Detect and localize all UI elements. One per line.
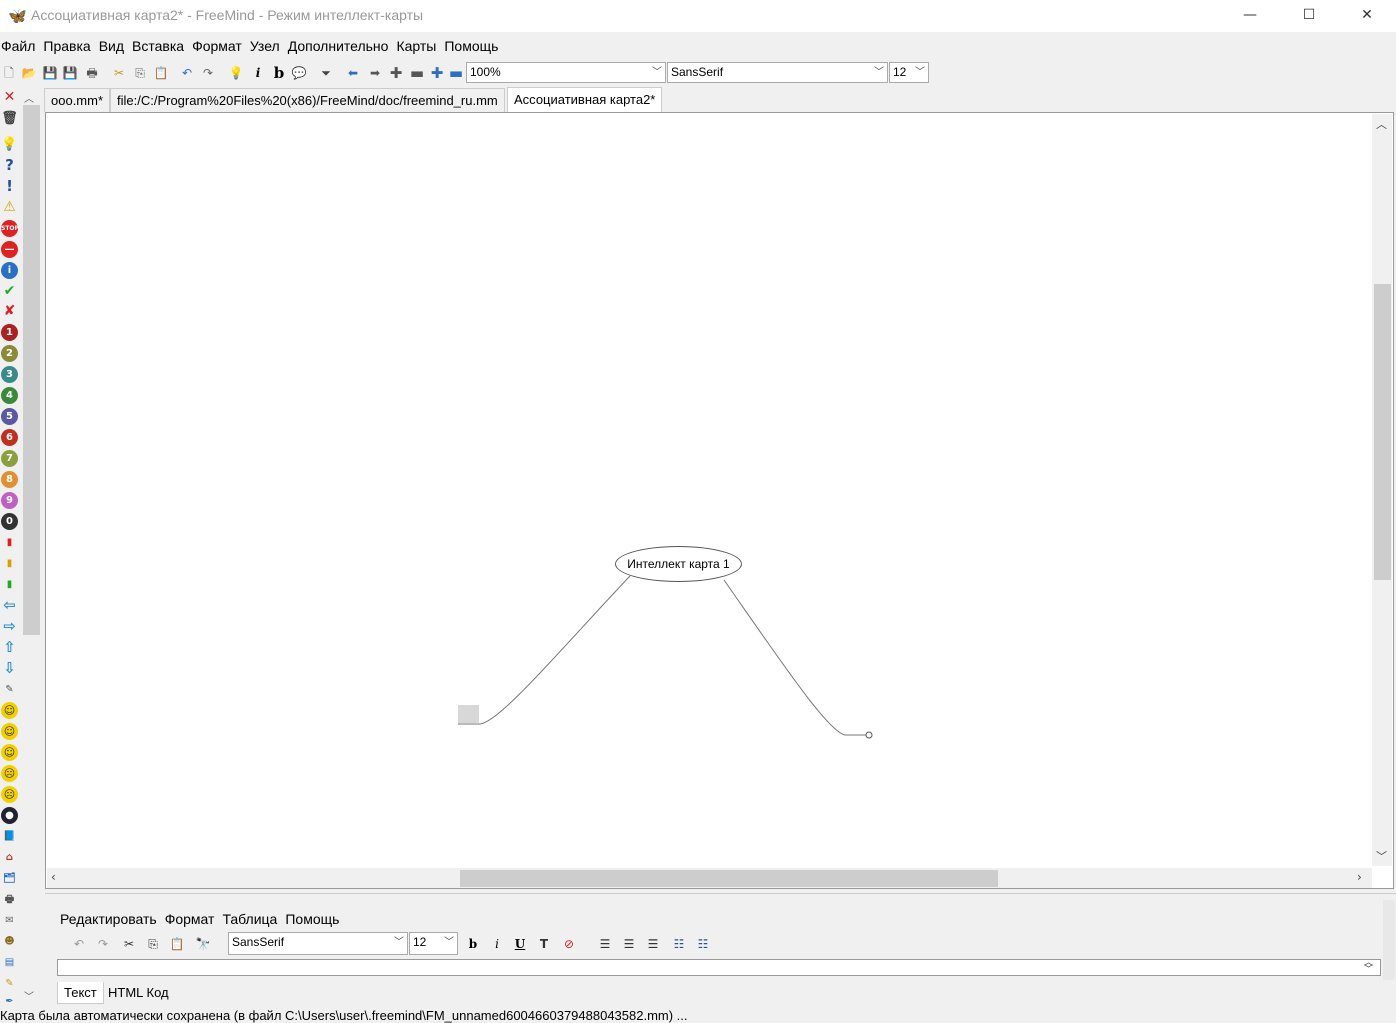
chevron-left-icon[interactable]: ‹ xyxy=(51,870,56,884)
tab-text[interactable]: Текст xyxy=(57,982,104,1004)
find-icon[interactable]: 🔭 xyxy=(194,934,212,954)
paste-icon[interactable]: 📋 xyxy=(168,934,186,954)
note-editor-input[interactable] xyxy=(57,959,1381,976)
chevron-up-icon[interactable]: ︿ xyxy=(1376,116,1387,132)
align-right-icon[interactable]: ☰ xyxy=(644,934,662,954)
editor-menu-help[interactable]: Помощь xyxy=(281,908,343,930)
edge-left xyxy=(479,575,631,725)
child-node-left[interactable] xyxy=(458,705,479,723)
chevron-down-icon: ﹀ xyxy=(394,937,404,948)
align-center-icon[interactable]: ☰ xyxy=(620,934,638,954)
editor-font-size-value: 12 xyxy=(413,935,427,949)
editor-menu-bar: Редактировать Формат Таблица Помощь xyxy=(56,908,343,928)
editor-menu-format[interactable]: Формат xyxy=(161,908,219,930)
editor-toolbar: ↶ ↷ ✂ ⎘ 📋 🔭 SansSerif ﹀ 12 ﹀ b i U T ⊘ ☰… xyxy=(56,932,1386,956)
edge-right xyxy=(723,579,866,736)
chevron-right-icon[interactable]: › xyxy=(1357,870,1362,884)
root-node[interactable]: Интеллект карта 1 xyxy=(615,546,742,582)
editor-font-size-select[interactable]: 12 ﹀ xyxy=(409,932,458,955)
editor-font-select[interactable]: SansSerif ﹀ xyxy=(228,932,408,955)
numbered-list-icon[interactable]: ☷ xyxy=(694,934,712,954)
map-vertical-scroll-thumb[interactable] xyxy=(1374,284,1391,580)
redo-icon[interactable]: ↷ xyxy=(94,934,112,954)
text-color-icon[interactable]: T xyxy=(535,934,553,954)
bold-icon[interactable]: b xyxy=(464,934,482,954)
copy-icon[interactable]: ⎘ xyxy=(144,934,162,954)
chevron-down-icon: ﹀ xyxy=(444,937,454,948)
cut-icon[interactable]: ✂ xyxy=(120,934,138,954)
align-left-icon[interactable]: ☰ xyxy=(596,934,614,954)
tab-html-code[interactable]: HTML Код xyxy=(102,982,175,1003)
map-horizontal-scroll-thumb[interactable] xyxy=(460,870,998,887)
folded-node-circle[interactable] xyxy=(865,731,873,739)
italic-icon[interactable]: i xyxy=(488,934,506,954)
underline-icon[interactable]: U xyxy=(511,934,529,954)
status-bar: Карта была автоматически сохранена (в фа… xyxy=(0,1008,688,1023)
editor-menu-edit[interactable]: Редактировать xyxy=(56,908,161,930)
clear-format-icon[interactable]: ⊘ xyxy=(560,934,578,954)
editor-font-value: SansSerif xyxy=(232,935,285,949)
editor-menu-table[interactable]: Таблица xyxy=(218,908,281,930)
chevron-down-icon[interactable]: ﹀ xyxy=(1376,848,1387,864)
undo-icon[interactable]: ↶ xyxy=(70,934,88,954)
bullet-list-icon[interactable]: ☷ xyxy=(670,934,688,954)
spinner-icon[interactable]: ︿ ﹀ xyxy=(1364,959,1373,975)
